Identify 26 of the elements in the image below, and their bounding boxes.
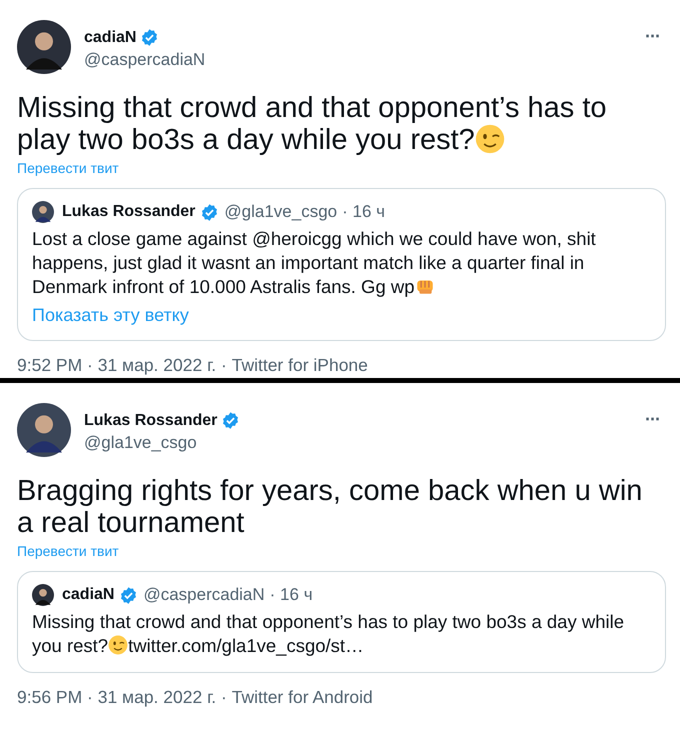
avatar — [32, 584, 54, 606]
winking-face-icon — [474, 124, 505, 154]
quoted-tweet[interactable] — [17, 188, 666, 341]
quoted-text: Lost a close game against @heroicgg which we could have won, shit happens, just glad it wasnt an important match like a quarter final in Denmark infront of 10.000 Astralis fans. Gg wp — [32, 227, 597, 299]
tweet-timestamp[interactable]: 9:52 PM · 31 мар. 2022 г. · Twitter for iPhone — [17, 355, 368, 378]
avatar — [32, 201, 54, 223]
quoted-text: Missing that crowd and that opponent’s has to play two bo3s a day while you rest? twitter.com/gla1ve_csgo/st… — [32, 610, 626, 658]
author-handle[interactable]: @caspercadiaN — [84, 50, 206, 70]
author-handle[interactable]: @gla1ve_csgo — [84, 433, 240, 453]
more-options-button[interactable]: ··· — [639, 26, 666, 47]
more-options-button[interactable]: ··· — [639, 409, 666, 430]
author-handle: @gla1ve_csgo — [224, 202, 338, 222]
tweet-text: Missing that crowd and that opponent’s has to play two bo3s a day while you rest? — [17, 92, 608, 156]
author-name[interactable]: Lukas Rossander — [84, 412, 218, 430]
author-name: Lukas Rossander — [62, 203, 196, 221]
author-name: cadiaN — [62, 586, 114, 604]
avatar[interactable] — [17, 20, 71, 74]
avatar[interactable] — [17, 403, 71, 457]
post-time: · 16 ч — [342, 202, 385, 222]
post-time: · 16 ч — [270, 585, 313, 605]
tweet-text: Bragging rights for years, come back when u win a real tournament — [17, 475, 644, 539]
author-name[interactable]: cadiaN — [84, 28, 136, 46]
winking-face-icon — [108, 635, 128, 655]
author-handle: @caspercadiaN — [143, 585, 265, 605]
quoted-tweet[interactable]: cadiaN @caspercadiaN · 16 ч Missing that crowd and that opponent’s has to play two bo3s a day while you rest? twitter.com/gla1ve_csgo/st… — [17, 571, 666, 673]
tweet-timestamp[interactable]: 9:56 PM · 31 мар. 2022 г. · Twitter for Android — [17, 687, 373, 710]
